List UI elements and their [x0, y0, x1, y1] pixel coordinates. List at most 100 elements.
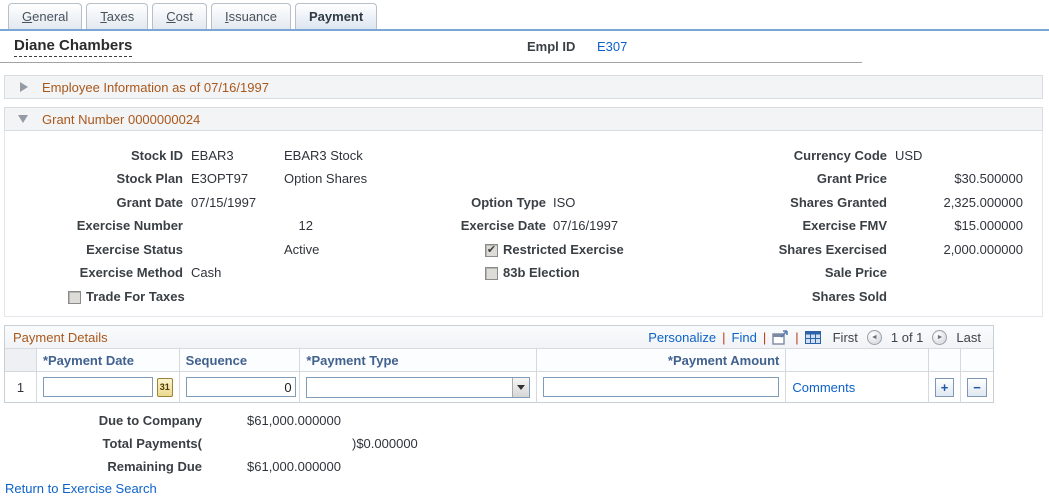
option-type-label: Option Type — [471, 195, 546, 210]
due-to-company-label: Due to Company — [98, 413, 202, 428]
dropdown-arrow-button[interactable] — [511, 377, 529, 397]
next-page-button[interactable]: ► — [932, 329, 948, 345]
last-label[interactable]: Last — [956, 330, 981, 345]
trade-for-taxes-checkbox[interactable] — [68, 290, 81, 304]
sequence-header[interactable]: Sequence — [180, 349, 301, 371]
exercise-method-value: Cash — [191, 265, 222, 280]
shares-exercised-label: Shares Exercised — [778, 242, 887, 257]
sale-price-value — [895, 265, 1023, 281]
personalize-link[interactable]: Personalize — [648, 330, 716, 345]
stock-description: EBAR3 Stock — [284, 148, 363, 163]
shares-granted-label: Shares Granted — [790, 195, 887, 210]
83b-election-label: 83b Election — [503, 265, 580, 280]
grant-details-panel: Stock ID EBAR3 EBAR3 Stock Stock Plan E3… — [4, 131, 1043, 317]
collapse-triangle-icon[interactable] — [18, 115, 28, 123]
pagination-counter: 1 of 1 — [890, 329, 924, 345]
tab-bar: General Taxes Cost Issuance Payment — [8, 3, 378, 29]
find-link[interactable]: Find — [732, 330, 757, 345]
empl-id-label: Empl ID — [527, 39, 576, 54]
payment-details-grid: Payment Details Personalize | Find | | F… — [4, 325, 994, 403]
exercise-date-label: Exercise Date — [460, 218, 546, 233]
exercise-status-value: Active — [284, 242, 320, 257]
payment-type-header[interactable]: *Payment Type — [300, 349, 537, 371]
exercise-date-value: 07/16/1997 — [553, 218, 619, 233]
stock-id-value: EBAR3 — [191, 148, 234, 163]
currency-code-value: USD — [895, 148, 923, 163]
stock-plan-label: Stock Plan — [116, 171, 183, 186]
row-number: 1 — [16, 379, 25, 395]
remove-row-header — [961, 349, 993, 371]
payment-details-titlebar: Payment Details Personalize | Find | | F… — [5, 326, 993, 349]
view-all-popup-icon[interactable] — [772, 329, 789, 345]
trade-for-taxes-field: Trade For Taxes — [68, 289, 185, 305]
previous-arrow-icon: ◄ — [870, 333, 878, 341]
toolbar-separator: | — [762, 329, 767, 345]
toolbar-separator: | — [722, 329, 726, 345]
section-grant-number[interactable]: Grant Number 0000000024 — [4, 107, 1043, 131]
tab-taxes[interactable]: Taxes — [86, 3, 149, 29]
remove-row-button[interactable]: − — [967, 377, 987, 397]
due-to-company-row: Due to Company $61,000.000000 — [0, 413, 1049, 429]
expand-triangle-icon[interactable] — [20, 82, 28, 92]
comments-header — [786, 349, 930, 371]
toolbar-separator: | — [795, 329, 799, 345]
add-row-button[interactable]: + — [935, 377, 955, 397]
tab-cost[interactable]: Cost — [152, 3, 207, 29]
calendar-icon[interactable]: 31 — [156, 377, 173, 397]
add-row-header — [929, 349, 962, 371]
stock-id-label: Stock ID — [130, 148, 183, 163]
payment-type-select[interactable] — [306, 376, 530, 398]
payment-date-input[interactable] — [42, 377, 153, 397]
exercise-number-value: 12 — [298, 218, 313, 233]
grant-date-label: Grant Date — [116, 195, 183, 210]
tab-general[interactable]: General — [8, 3, 83, 29]
previous-page-button[interactable]: ◄ — [866, 329, 882, 345]
table-row: 1 31 Comments + − — [5, 372, 993, 402]
tab-underline — [0, 29, 1049, 31]
sequence-input[interactable] — [185, 377, 296, 397]
exercise-fmv-value: $15.000000 — [954, 218, 1023, 233]
shares-sold-label: Shares Sold — [811, 289, 887, 304]
section-employee-information[interactable]: Employee Information as of 07/16/1997 — [4, 75, 1043, 99]
shares-sold-value — [895, 289, 1023, 305]
return-to-exercise-search-link[interactable]: Return to Exercise Search — [5, 481, 157, 496]
restricted-exercise-label: Restricted Exercise — [503, 242, 624, 257]
restricted-exercise-checkbox[interactable]: ✔ — [485, 243, 498, 257]
grant-price-label: Grant Price — [816, 171, 887, 186]
first-label[interactable]: First — [833, 330, 858, 345]
payment-amount-header[interactable]: *Payment Amount — [537, 349, 787, 371]
chevron-down-icon — [516, 384, 525, 390]
employee-name[interactable]: Diane Chambers — [14, 37, 133, 57]
remaining-due-value: $61,000.000000 — [247, 459, 341, 474]
grant-date-value: 07/15/1997 — [191, 195, 257, 210]
grid-toolbar: Personalize | Find | | First ◄ 1 of 1 ► … — [648, 326, 981, 348]
tab-issuance[interactable]: Issuance — [210, 3, 292, 29]
exercise-status-label: Exercise Status — [86, 242, 183, 257]
section-employee-information-title: Employee Information as of 07/16/1997 — [42, 79, 269, 95]
exercise-fmv-label: Exercise FMV — [802, 218, 887, 233]
stock-plan-value: E3OPT97 — [191, 171, 249, 186]
exercise-method-label: Exercise Method — [79, 265, 183, 280]
stock-plan-description: Option Shares — [284, 171, 368, 186]
83b-election-checkbox[interactable] — [485, 266, 498, 280]
payment-date-header[interactable]: *Payment Date — [37, 349, 180, 371]
header-divider — [0, 62, 862, 63]
payment-amount-input[interactable] — [542, 377, 780, 397]
tab-payment[interactable]: Payment — [295, 3, 378, 29]
download-grid-icon[interactable] — [804, 330, 821, 344]
83b-election-field: 83b Election — [485, 265, 580, 281]
comments-link[interactable]: Comments — [792, 380, 855, 395]
shares-granted-value: 2,325.000000 — [943, 195, 1023, 210]
grant-price-value: $30.500000 — [954, 171, 1023, 186]
total-payments-value: )$0.000000 — [352, 436, 418, 451]
shares-exercised-value: 2,000.000000 — [943, 242, 1023, 257]
exercise-number-label: Exercise Number — [76, 218, 183, 233]
trade-for-taxes-label: Trade For Taxes — [86, 289, 185, 304]
currency-code-label: Currency Code — [793, 148, 887, 163]
remaining-due-label: Remaining Due — [107, 459, 202, 474]
total-payments-row: Total Payments( )$0.000000 — [0, 436, 1049, 452]
due-to-company-value: $61,000.000000 — [247, 413, 341, 428]
payment-page: General Taxes Cost Issuance Payment Dian… — [0, 0, 1049, 502]
remaining-due-row: Remaining Due $61,000.000000 — [0, 459, 1049, 475]
section-grant-number-title: Grant Number 0000000024 — [42, 111, 201, 127]
